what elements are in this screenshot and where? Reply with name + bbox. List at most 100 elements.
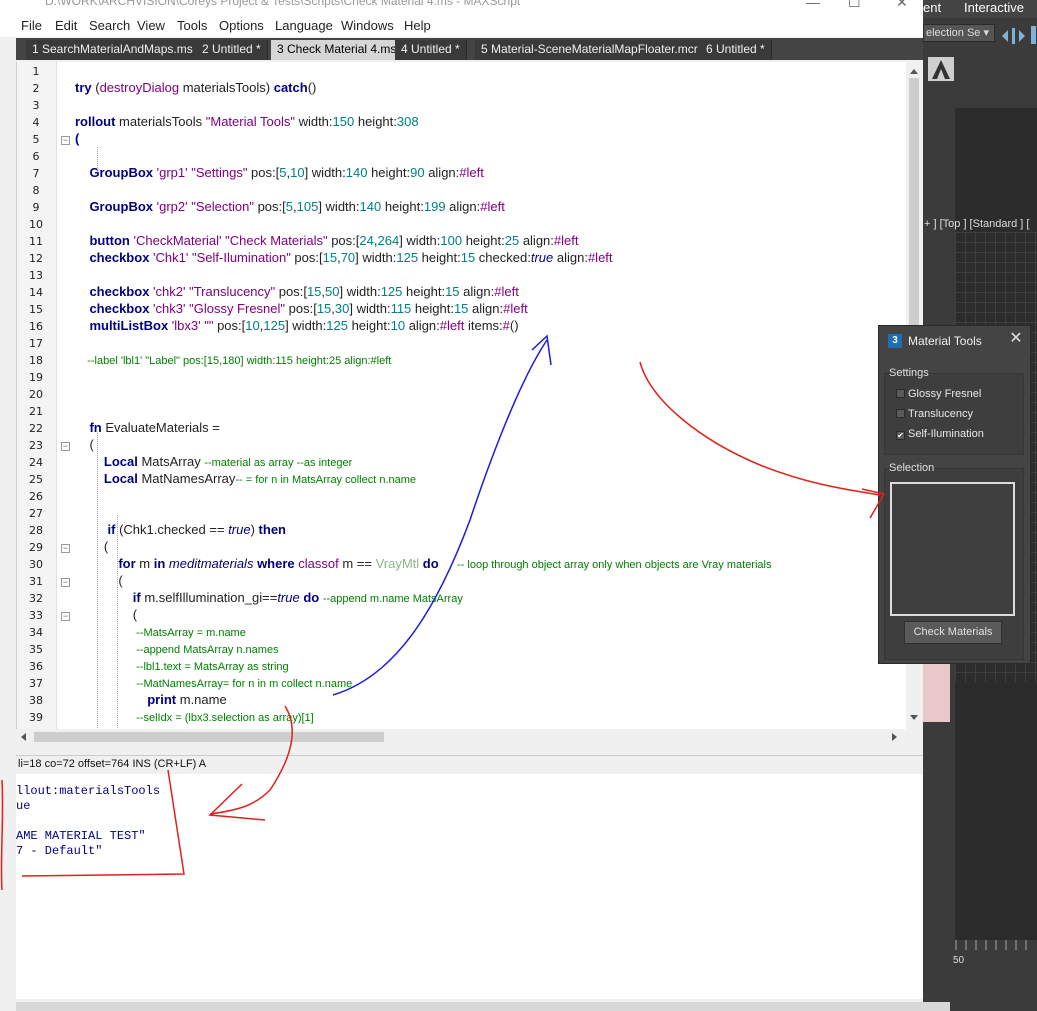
minimize-button[interactable]: —: [806, 0, 820, 10]
scroll-up-icon[interactable]: [910, 69, 918, 74]
close-button[interactable]: ✕: [896, 0, 908, 11]
code-token: 'lbx3': [171, 318, 205, 333]
code-line: checkbox 'Chk1' "Self-Ilumination" pos:[…: [75, 250, 612, 265]
code-line: GroupBox 'grp2' "Selection" pos:[5,105] …: [75, 199, 504, 214]
menu-view[interactable]: View: [137, 18, 165, 33]
bottom-scrollbar[interactable]: [16, 1002, 950, 1011]
code-token: multiListBox: [75, 318, 172, 333]
code-token: width:: [294, 114, 333, 129]
dialog-close-icon[interactable]: ✕: [1007, 330, 1025, 350]
code-token: where: [257, 556, 299, 571]
fold-toggle-icon[interactable]: −: [61, 612, 70, 621]
scroll-down-icon[interactable]: [910, 715, 918, 720]
line-number: 5: [32, 133, 40, 146]
code-token: then: [258, 522, 286, 537]
code-token: 15: [322, 250, 338, 265]
code-token: align:: [424, 165, 460, 180]
code-line: (: [75, 607, 137, 622]
tab-2[interactable]: 2 Untitled *: [196, 40, 268, 60]
code-token: 'chk3': [153, 301, 190, 316]
menu-bar: File Edit Search View Tools Options Lang…: [0, 16, 923, 37]
mirror-icon[interactable]: [998, 24, 1037, 46]
scroll-right-icon[interactable]: [892, 733, 897, 741]
code-line: for m in meditmaterials where classof m …: [75, 556, 771, 571]
code-token: 15: [316, 301, 332, 316]
maximize-button[interactable]: ☐: [848, 0, 861, 11]
code-token: align:: [459, 284, 495, 299]
horizontal-scrollbar[interactable]: [16, 729, 906, 745]
menu-windows[interactable]: Windows: [341, 18, 394, 33]
max-toolbar-icons[interactable]: [998, 24, 1037, 46]
menu-file[interactable]: File: [21, 18, 42, 33]
line-number: 1: [32, 65, 40, 78]
code-token: fn: [75, 420, 106, 435]
code-token: 115: [390, 301, 412, 316]
fold-toggle-icon[interactable]: −: [61, 442, 70, 451]
code-token: VrayMtl: [375, 556, 423, 571]
menu-language[interactable]: Language: [275, 18, 333, 33]
code-token: align:: [553, 250, 588, 265]
code-token: height:: [411, 301, 454, 316]
fold-toggle-icon[interactable]: −: [61, 544, 70, 553]
tab-3-active[interactable]: 3 Check Material 4.ms: [271, 40, 404, 60]
tab-6[interactable]: 6 Untitled *: [700, 40, 772, 60]
selection-group-label: Selection: [889, 462, 935, 474]
window-title: D:\WORK\ARCHVISION\Coreys Project & Test…: [45, 0, 521, 8]
code-token: (): [307, 80, 317, 95]
line-number: 29: [29, 541, 43, 554]
checkbox-glossy-fresnel[interactable]: Glossy Fresnel: [896, 388, 981, 400]
selection-set-dropdown[interactable]: election Se ▾: [923, 24, 995, 42]
check-materials-button[interactable]: Check Materials: [904, 621, 1002, 644]
code-token: 140: [359, 199, 382, 214]
fold-toggle-icon[interactable]: −: [61, 578, 70, 587]
checkbox-self-ilumination[interactable]: ✔ Self-Ilumination: [896, 428, 984, 440]
tab-5[interactable]: 5 Material-SceneMaterialMapFloater.mcr *: [475, 40, 713, 60]
listener-output[interactable]: llout:materialsTools ue AME MATERIAL TES…: [16, 774, 923, 999]
material-multilistbox[interactable]: [890, 482, 1015, 616]
line-number: 34: [29, 626, 43, 639]
fold-toggle-icon[interactable]: −: [61, 136, 70, 145]
code-token: "Settings": [191, 165, 248, 180]
menu-help[interactable]: Help: [404, 18, 431, 33]
scroll-left-icon[interactable]: [21, 733, 26, 741]
line-number-gutter: 1 2 3 4 5 6 7 8 9 10 11 12 13 14 15 16 17 18 19 20 21 22 23 24 2…: [17, 62, 57, 729]
menu-search[interactable]: Search: [89, 18, 130, 33]
output-line: AME MATERIAL TEST": [16, 829, 146, 843]
menu-options[interactable]: Options: [219, 18, 264, 33]
horizontal-scroll-thumb[interactable]: [34, 732, 384, 742]
code-token: ] width:: [349, 301, 391, 316]
code-token: 90: [410, 165, 425, 180]
code-token: GroupBox: [75, 165, 157, 180]
line-number: 12: [29, 252, 43, 265]
code-token: 100: [440, 233, 463, 248]
ruler-number: 50: [953, 955, 965, 966]
viewport-label[interactable]: + ] [Top ] [Standard ] [: [924, 218, 1029, 230]
dialog-title-bar[interactable]: 3 Material Tools ✕: [879, 326, 1030, 356]
max-interactive-label[interactable]: Interactive: [964, 0, 1024, 15]
menu-edit[interactable]: Edit: [55, 18, 77, 33]
menu-tools[interactable]: Tools: [177, 18, 207, 33]
maxscript-editor-window: D:\WORK\ARCHVISION\Coreys Project & Test…: [0, 0, 950, 1011]
code-token: classof: [298, 556, 343, 571]
code-token: try: [75, 80, 96, 95]
code-token: EvaluateMaterials =: [105, 420, 220, 435]
checkbox-box[interactable]: [896, 409, 905, 418]
line-number: 39: [29, 711, 43, 724]
tab-4[interactable]: 4 Untitled *: [395, 40, 467, 60]
code-token: m: [139, 556, 154, 571]
code-token: height:: [402, 284, 446, 299]
checkbox-box[interactable]: [896, 389, 905, 398]
line-number: 8: [32, 184, 40, 197]
code-token: pos:[: [213, 318, 246, 333]
code-line: checkbox 'chk3' "Glossy Fresnel" pos:[15…: [75, 301, 527, 316]
code-editor[interactable]: 1 2 3 4 5 6 7 8 9 10 11 12 13 14 15 16 17 18 19 20 21 22 23 24 2…: [16, 62, 922, 729]
code-token: do: [303, 590, 323, 605]
code-token: checkbox: [75, 284, 154, 299]
code-token: 150: [332, 114, 355, 129]
line-number: 7: [32, 167, 40, 180]
line-number: 10: [29, 218, 43, 231]
checkbox-translucency[interactable]: Translucency: [896, 408, 973, 420]
code-line: rollout materialsTools "Material Tools" …: [75, 114, 419, 129]
checkmark-icon[interactable]: ✔: [896, 431, 905, 440]
tab-1[interactable]: 1 SearchMaterialAndMaps.ms *: [26, 40, 208, 60]
